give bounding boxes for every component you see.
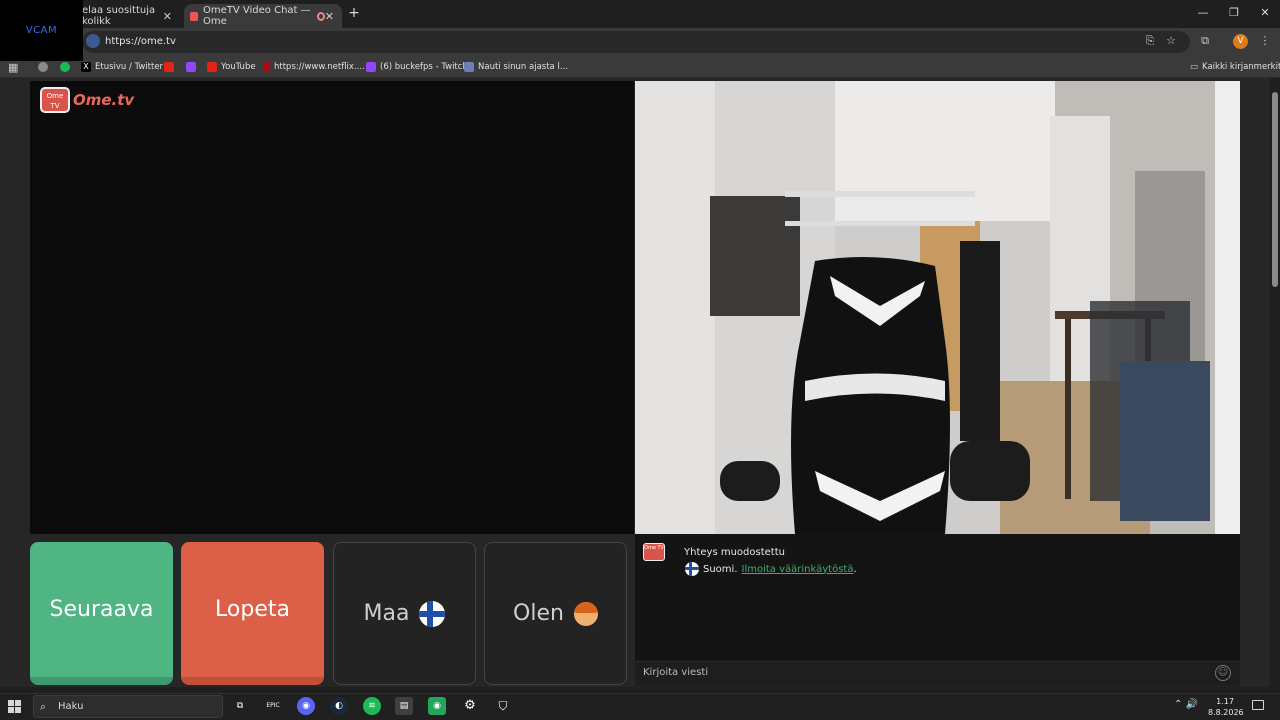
country-selector-button[interactable]: Maa xyxy=(333,542,476,685)
stop-label: Lopeta xyxy=(215,597,290,622)
apps-grid-icon[interactable]: ▦ xyxy=(8,60,18,74)
recording-icon xyxy=(316,11,325,21)
taskbar-clock[interactable]: 1.17 8.8.2026 xyxy=(1208,696,1244,718)
all-bookmarks-label: Kaikki kirjanmerkit xyxy=(1202,62,1280,72)
report-abuse-link[interactable]: Ilmoita väärinkäytöstä xyxy=(742,564,854,575)
tab-label: OmeTV Video Chat — Ome xyxy=(203,5,311,27)
minimize-button[interactable]: — xyxy=(1188,4,1218,22)
clock-time: 1.17 xyxy=(1216,697,1234,706)
next-label: Seuraava xyxy=(49,597,154,622)
bookmark-item[interactable] xyxy=(164,60,174,74)
country-message: Suomi. Ilmoita väärinkäytöstä. xyxy=(685,562,857,576)
tab-kolikko[interactable]: elaa suosittuja kolikk ✕ xyxy=(76,4,180,28)
spotify-icon[interactable]: ≋ xyxy=(363,697,381,715)
finland-flag-icon xyxy=(419,600,446,627)
search-icon: ⌕ xyxy=(40,700,47,713)
self-camera-video xyxy=(635,81,1240,534)
site-icon xyxy=(464,62,474,72)
system-tray[interactable]: ⌃ 🔊 xyxy=(1174,699,1198,710)
twitch-icon xyxy=(186,62,196,72)
next-button[interactable]: Seuraava xyxy=(30,542,173,685)
twitch-icon xyxy=(366,62,376,72)
bookmark-item[interactable] xyxy=(38,60,48,74)
gender-selector-button[interactable]: Olen xyxy=(484,542,627,685)
bookmark-label: https://www.netflix.... xyxy=(274,62,365,72)
stranger-video xyxy=(30,81,634,534)
site-info-icon[interactable] xyxy=(86,34,100,48)
menu-icon[interactable]: ⋮ xyxy=(1258,34,1272,48)
ometv-chat-logo-icon: Ome TV xyxy=(643,543,665,561)
cast-icon[interactable]: ⎘ xyxy=(1143,34,1157,48)
tab-favicon-icon xyxy=(190,11,198,21)
bookmark-item[interactable] xyxy=(186,60,196,74)
bookmark-item[interactable]: https://www.netflix.... xyxy=(264,60,365,74)
logo-text: Ome.tv xyxy=(73,91,135,109)
bookmark-item[interactable]: X Etusivu / Twitter xyxy=(81,60,163,74)
address-bar[interactable] xyxy=(82,31,1190,53)
folder-icon: ▭ xyxy=(1190,62,1199,72)
chat-message-input[interactable] xyxy=(635,661,1240,686)
tv-logo-icon: Ome TV xyxy=(40,87,70,113)
discord-icon[interactable]: ◉ xyxy=(297,697,315,715)
link-icon xyxy=(38,62,48,72)
country-name: Suomi. xyxy=(703,563,738,575)
steam-icon[interactable]: ◐ xyxy=(330,697,348,715)
bookmark-item[interactable]: Nauti sinun ajasta l... xyxy=(464,60,568,74)
restore-button[interactable]: ❐ xyxy=(1219,4,1249,22)
connection-status-message: Yhteys muodostettu xyxy=(684,547,785,558)
close-icon[interactable]: ✕ xyxy=(163,10,172,23)
extensions-icon[interactable]: ⧉ xyxy=(1198,34,1212,48)
tab-ometv[interactable]: OmeTV Video Chat — Ome ✕ xyxy=(184,4,342,28)
bookmark-label: Nauti sinun ajasta l... xyxy=(478,62,568,72)
camera-scene xyxy=(635,81,1240,534)
gender-label: Olen xyxy=(513,601,564,626)
bookmark-label: YouTube xyxy=(221,62,256,72)
boy-face-icon xyxy=(573,601,598,626)
bookmark-item[interactable]: (6) buckefps - Twitch xyxy=(366,60,468,74)
bookmark-label: Etusivu / Twitter xyxy=(95,62,164,72)
profile-avatar[interactable]: V xyxy=(1233,34,1248,49)
new-tab-button[interactable]: + xyxy=(346,6,362,22)
report-suffix: . xyxy=(853,563,857,575)
country-label: Maa xyxy=(363,601,410,626)
close-window-button[interactable]: ✕ xyxy=(1250,4,1280,22)
close-icon[interactable]: ✕ xyxy=(325,10,334,23)
finland-flag-icon xyxy=(685,562,699,576)
epic-games-icon[interactable]: EPIC xyxy=(264,697,282,715)
notification-icon[interactable] xyxy=(1252,700,1264,710)
settings-icon[interactable]: ⚙ xyxy=(461,697,479,715)
chat-input-placeholder[interactable]: Kirjoita viesti xyxy=(643,667,708,678)
emoji-icon[interactable]: ☺ xyxy=(1215,665,1231,681)
bookmark-star-icon[interactable]: ☆ xyxy=(1164,34,1178,48)
x-icon: X xyxy=(81,62,91,72)
file-icon[interactable]: ▤ xyxy=(395,697,413,715)
bookmark-item[interactable]: YouTube xyxy=(207,60,256,74)
windows-start-icon[interactable] xyxy=(8,700,22,714)
search-placeholder[interactable]: Haku xyxy=(58,701,83,712)
shield-icon[interactable]: ⛉ xyxy=(494,697,512,715)
ometv-logo[interactable]: Ome TV Ome.tv xyxy=(40,87,134,113)
netflix-icon xyxy=(264,62,270,72)
url-text[interactable]: https://ome.tv xyxy=(105,36,176,47)
bookmark-item[interactable] xyxy=(60,60,70,74)
vcam-overlay: VCAM xyxy=(0,0,83,61)
tab-label: elaa suosittuja kolikk xyxy=(82,5,156,27)
spotify-icon xyxy=(60,62,70,72)
task-view-icon[interactable]: ⧉ xyxy=(231,697,249,715)
stop-button[interactable]: Lopeta xyxy=(181,542,324,685)
scrollbar-thumb[interactable] xyxy=(1272,92,1278,287)
discord-icon[interactable]: ◉ xyxy=(428,697,446,715)
all-bookmarks-button[interactable]: ▭ Kaikki kirjanmerkit xyxy=(1190,60,1280,74)
youtube-icon xyxy=(207,62,217,72)
youtube-icon xyxy=(164,62,174,72)
bookmark-label: (6) buckefps - Twitch xyxy=(380,62,468,72)
clock-date: 8.8.2026 xyxy=(1208,708,1244,717)
